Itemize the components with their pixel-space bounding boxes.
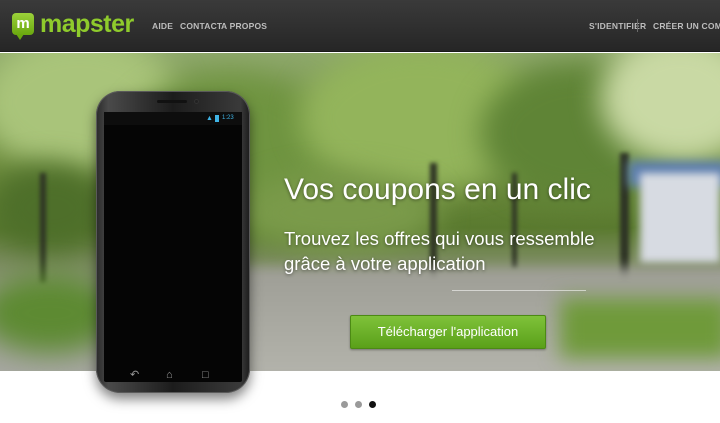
smartphone-image: ▲ 1:23 ↶ ⌂ □ (96, 91, 250, 393)
phone-status-bar: ▲ 1:23 (104, 112, 242, 125)
nav-link-contact[interactable]: CONTACT (180, 21, 222, 31)
carousel-dot-1[interactable] (341, 401, 348, 408)
hero-subtitle: Trouvez les offres qui vous ressemble gr… (284, 228, 595, 274)
hero-divider (452, 290, 586, 291)
carousel-dot-2[interactable] (355, 401, 362, 408)
nav-link-a-propos[interactable]: A PROPOS (221, 21, 267, 31)
mapster-logo[interactable]: m mapster (12, 10, 134, 40)
phone-screen: ▲ 1:23 ↶ ⌂ □ (104, 112, 242, 382)
hero-title: Vos coupons en un clic (284, 173, 591, 206)
phone-status-time: 1:23 (222, 115, 234, 121)
back-icon: ↶ (130, 369, 140, 381)
phone-speaker (157, 100, 187, 103)
home-icon: ⌂ (166, 369, 173, 381)
battery-icon (215, 115, 219, 122)
top-navbar: m mapster AIDE CONTACT A PROPOS S'IDENTI… (0, 0, 720, 52)
nav-link-aide[interactable]: AIDE (152, 21, 173, 31)
logo-badge-icon: m (12, 13, 34, 40)
phone-camera (194, 99, 199, 104)
carousel-dot-3[interactable] (369, 401, 376, 408)
recent-apps-icon: □ (202, 369, 209, 381)
logo-text: mapster (40, 10, 134, 38)
download-app-button[interactable]: Télécharger l'application (350, 315, 546, 349)
wifi-icon: ▲ (206, 115, 213, 122)
nav-separator (637, 19, 638, 32)
signup-link[interactable]: CRÉER UN COMPTE (653, 21, 720, 31)
